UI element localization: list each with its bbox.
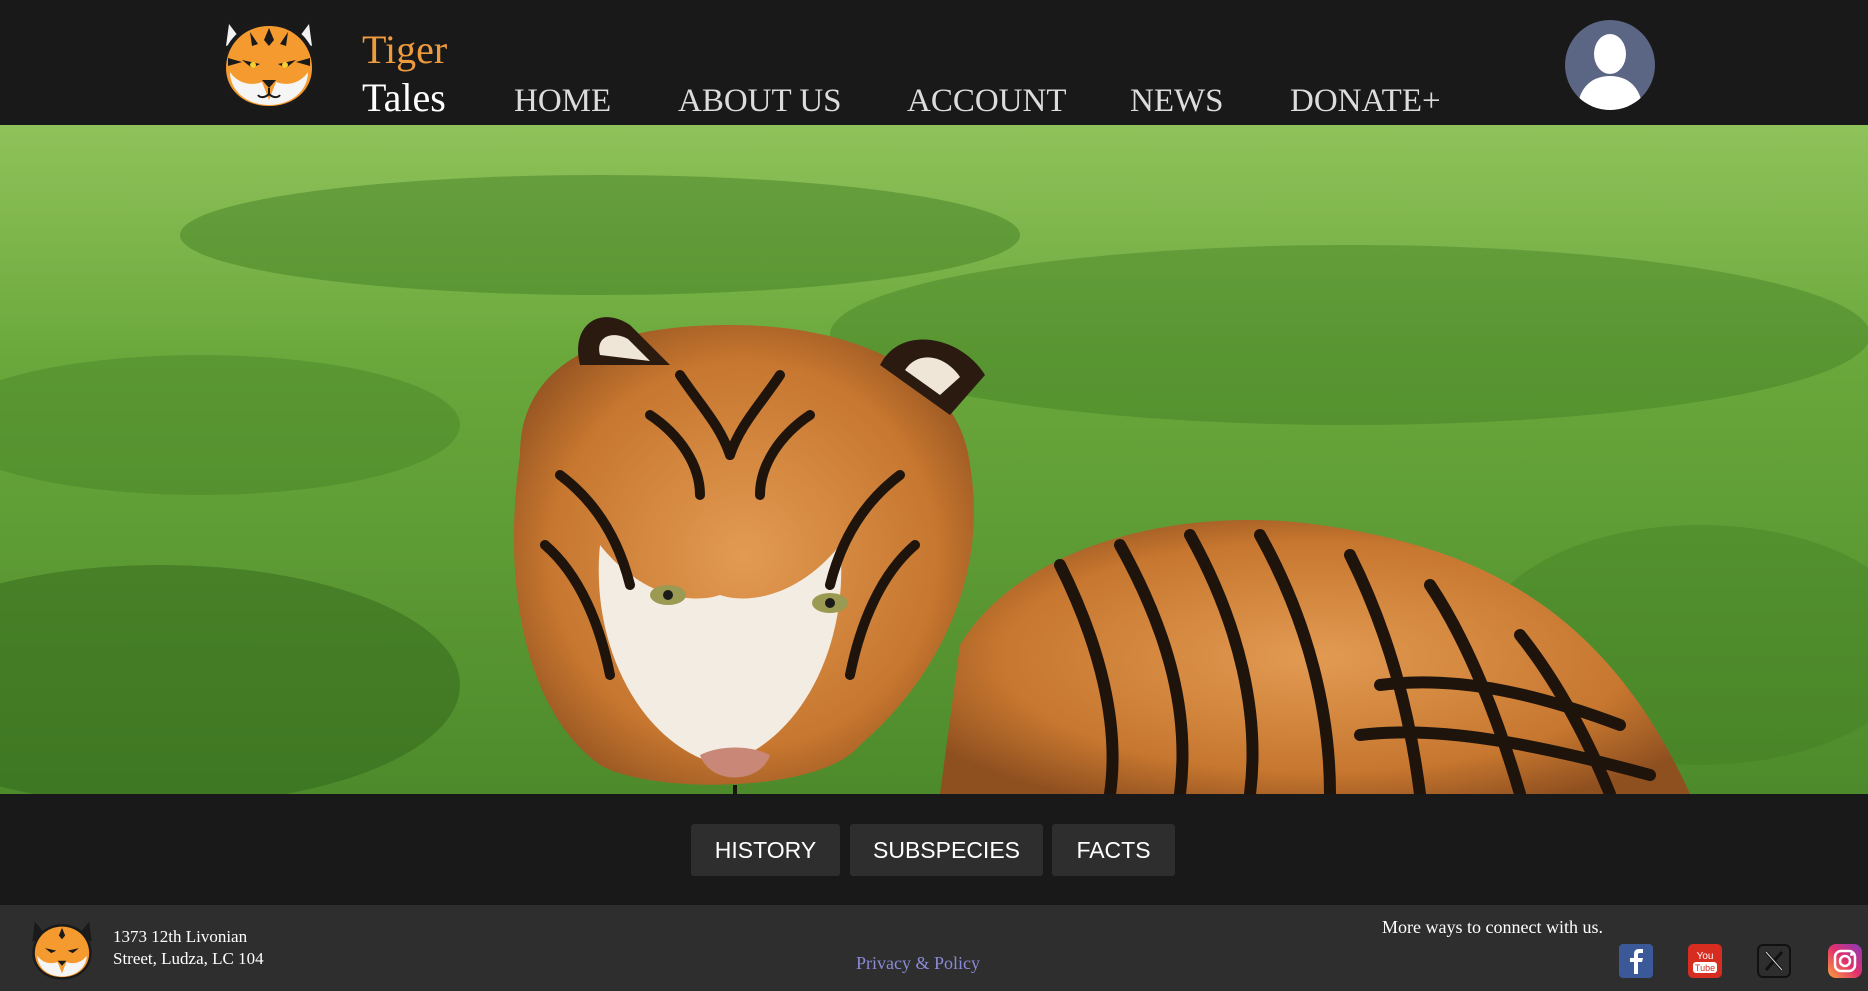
tiger-logo-icon[interactable] xyxy=(212,10,326,116)
brand-title-tiger: Tiger xyxy=(362,27,448,72)
tab-subspecies[interactable]: SUBSPECIES xyxy=(850,824,1043,876)
youtube-icon[interactable]: You Tube xyxy=(1688,944,1722,978)
instagram-icon[interactable] xyxy=(1828,944,1862,978)
svg-text:You: You xyxy=(1697,951,1714,962)
address-line-2: Street, Ludza, LC 104 xyxy=(113,949,264,968)
svg-text:Tube: Tube xyxy=(1695,963,1715,973)
footer-address: 1373 12th Livonian Street, Ludza, LC 104 xyxy=(113,926,313,970)
brand-title-tales: Tales xyxy=(362,75,446,120)
privacy-policy-link[interactable]: Privacy & Policy xyxy=(856,953,980,974)
footer-tiger-logo-icon[interactable] xyxy=(26,916,98,984)
address-line-1: 1373 12th Livonian xyxy=(113,927,248,946)
user-avatar-icon[interactable] xyxy=(1565,20,1655,110)
tab-facts[interactable]: FACTS xyxy=(1052,824,1175,876)
connect-heading: More ways to connect with us. xyxy=(1382,917,1603,937)
x-icon[interactable] xyxy=(1757,944,1791,978)
facebook-icon[interactable] xyxy=(1619,944,1653,978)
hero-tiger-image xyxy=(0,125,1868,794)
nav-account[interactable]: ACCOUNT xyxy=(907,82,1067,120)
tab-history[interactable]: HISTORY xyxy=(691,824,840,876)
nav-news[interactable]: NEWS xyxy=(1130,82,1224,120)
nav-about-us[interactable]: ABOUT US xyxy=(678,82,842,120)
nav-home[interactable]: HOME xyxy=(514,82,611,120)
nav-donate[interactable]: DONATE+ xyxy=(1290,82,1441,120)
